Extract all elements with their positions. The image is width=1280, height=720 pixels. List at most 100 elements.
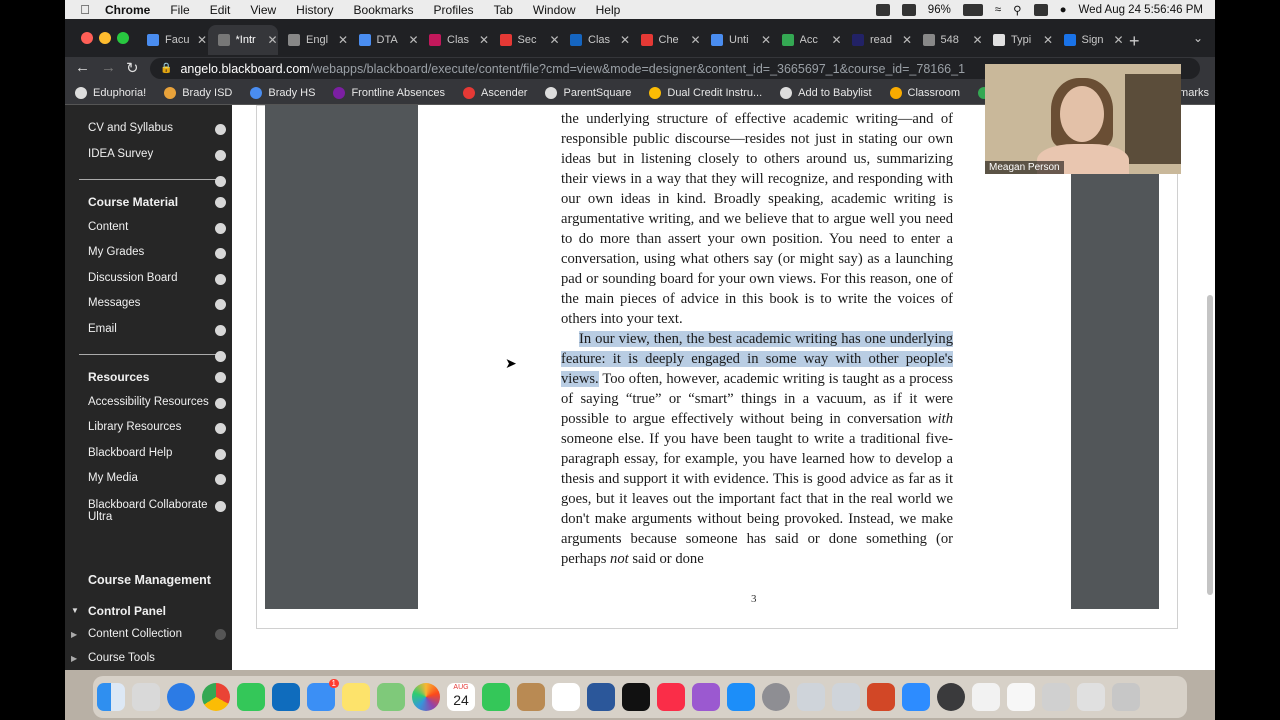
- menu-item-options-icon[interactable]: [215, 501, 226, 512]
- browser-tab[interactable]: Acc ✕: [772, 25, 842, 55]
- safari-icon[interactable]: [167, 683, 195, 711]
- bookmark-item[interactable]: Brady HS: [250, 86, 315, 99]
- browser-tab[interactable]: Sign ✕: [1054, 25, 1124, 55]
- siri-icon[interactable]: ●: [1060, 4, 1067, 16]
- menu-item-options-icon[interactable]: [215, 248, 226, 259]
- tab-close-icon[interactable]: ✕: [620, 33, 630, 47]
- zoom-icon[interactable]: [902, 683, 930, 711]
- menu-item-options-icon[interactable]: [215, 372, 226, 383]
- menu-item-options-icon[interactable]: [215, 351, 226, 362]
- screenshot-icon[interactable]: [832, 683, 860, 711]
- menu-bookmarks[interactable]: Bookmarks: [354, 3, 414, 17]
- bookmark-item[interactable]: Frontline Absences: [333, 86, 445, 99]
- tab-close-icon[interactable]: ✕: [972, 33, 982, 47]
- maximize-window-icon[interactable]: [117, 32, 129, 44]
- bookmark-item[interactable]: ParentSquare: [545, 86, 631, 99]
- menu-item-options-icon[interactable]: [215, 398, 226, 409]
- spotlight-search-icon[interactable]: ⚲: [1013, 3, 1021, 17]
- menu-item-options-icon[interactable]: [215, 124, 226, 135]
- sidebar-item[interactable]: Discussion Board: [88, 272, 223, 284]
- sidebar-item[interactable]: My Grades: [88, 246, 223, 258]
- bookmark-item[interactable]: Add to Babylist: [780, 86, 872, 99]
- bookmark-item[interactable]: Eduphoria!: [75, 86, 146, 99]
- control-center-icon[interactable]: [1033, 3, 1048, 16]
- outlook-icon[interactable]: [272, 683, 300, 711]
- finder-icon[interactable]: [97, 683, 125, 711]
- browser-tab[interactable]: Typi ✕: [983, 25, 1053, 55]
- tab-close-icon[interactable]: ✕: [549, 33, 559, 47]
- trash-icon[interactable]: [1112, 683, 1140, 711]
- browser-tab[interactable]: Che ✕: [631, 25, 701, 55]
- menu-edit[interactable]: Edit: [210, 3, 231, 17]
- tab-close-icon[interactable]: ✕: [1113, 33, 1123, 47]
- downloads-stack-icon[interactable]: [1077, 683, 1105, 711]
- textedit-icon[interactable]: [972, 683, 1000, 711]
- browser-tab[interactable]: *Intr ✕: [207, 25, 278, 55]
- notes-icon[interactable]: [342, 683, 370, 711]
- other-bookmarks[interactable]: marks: [1179, 87, 1209, 99]
- menu-view[interactable]: View: [250, 3, 276, 17]
- sidebar-item[interactable]: Accessibility Resources: [88, 396, 223, 408]
- lock-icon[interactable]: 🔒: [160, 63, 172, 74]
- tab-close-icon[interactable]: ✕: [479, 33, 489, 47]
- app-store-icon[interactable]: [727, 683, 755, 711]
- menu-item-options-icon[interactable]: [215, 423, 226, 434]
- printer-icon[interactable]: [1042, 683, 1070, 711]
- word-icon[interactable]: [587, 683, 615, 711]
- sidebar-item[interactable]: CV and Syllabus: [88, 122, 223, 134]
- menu-history[interactable]: History: [296, 3, 333, 17]
- powerpoint-icon[interactable]: [867, 683, 895, 711]
- sidebar-item[interactable]: IDEA Survey: [88, 148, 223, 160]
- maps-icon[interactable]: [377, 683, 405, 711]
- menu-item-options-icon[interactable]: [215, 176, 226, 187]
- browser-tab[interactable]: Facu ✕: [137, 25, 207, 55]
- minimize-window-icon[interactable]: [99, 32, 111, 44]
- messages-icon[interactable]: [237, 683, 265, 711]
- battery-icon[interactable]: [962, 3, 983, 16]
- tab-close-icon[interactable]: ✕: [902, 33, 912, 47]
- browser-tab[interactable]: Unti ✕: [701, 25, 771, 55]
- tab-search-chevron-icon[interactable]: ⌄: [1193, 31, 1203, 45]
- triangle-right-icon[interactable]: ▶: [71, 654, 77, 663]
- contacts-icon[interactable]: [517, 683, 545, 711]
- menu-item-options-icon[interactable]: [215, 197, 226, 208]
- quicktime-icon[interactable]: [937, 683, 965, 711]
- add-circle-icon[interactable]: [215, 629, 226, 640]
- music-icon[interactable]: [657, 683, 685, 711]
- menu-item-options-icon[interactable]: [215, 274, 226, 285]
- browser-tab[interactable]: Sec ✕: [490, 25, 560, 55]
- tab-close-icon[interactable]: ✕: [831, 33, 841, 47]
- back-arrow-icon[interactable]: ←: [75, 59, 90, 76]
- triangle-down-icon[interactable]: ▼: [71, 606, 79, 615]
- mail-icon[interactable]: 1: [307, 679, 339, 711]
- wifi-icon[interactable]: ≈: [995, 4, 1001, 16]
- browser-tab[interactable]: Clas ✕: [560, 25, 630, 55]
- scanner-icon[interactable]: [797, 683, 825, 711]
- menu-item-options-icon[interactable]: [215, 449, 226, 460]
- sidebar-item[interactable]: Email: [88, 323, 223, 335]
- bookmark-item[interactable]: Ascender: [463, 86, 527, 99]
- menu-app-name[interactable]: Chrome: [105, 3, 150, 17]
- tab-close-icon[interactable]: ✕: [338, 33, 348, 47]
- sidebar-heading[interactable]: Resources: [88, 370, 223, 384]
- tab-close-icon[interactable]: ✕: [197, 33, 207, 47]
- menu-item-options-icon[interactable]: [215, 299, 226, 310]
- reminders-icon[interactable]: [552, 683, 580, 711]
- control-panel-heading[interactable]: Control Panel: [88, 604, 223, 618]
- forward-arrow-icon[interactable]: →: [101, 59, 116, 76]
- sidebar-item[interactable]: Blackboard Help: [88, 447, 223, 459]
- content-collection-link[interactable]: Content Collection: [88, 628, 223, 640]
- tab-close-icon[interactable]: ✕: [690, 33, 700, 47]
- browser-tab[interactable]: DTA ✕: [349, 25, 419, 55]
- browser-tab[interactable]: Clas ✕: [419, 25, 489, 55]
- bookmark-item[interactable]: Classroom: [889, 86, 960, 99]
- bookmark-item[interactable]: Brady ISD: [164, 86, 232, 99]
- chrome-icon[interactable]: [202, 683, 230, 711]
- sidebar-heading[interactable]: Course Material: [88, 195, 223, 209]
- menu-item-options-icon[interactable]: [215, 150, 226, 161]
- menu-item-options-icon[interactable]: [215, 325, 226, 336]
- sidebar-item[interactable]: Library Resources: [88, 421, 223, 433]
- sidebar-item[interactable]: Content: [88, 221, 223, 233]
- facetime-icon[interactable]: [482, 683, 510, 711]
- reload-icon[interactable]: ↻: [126, 59, 139, 77]
